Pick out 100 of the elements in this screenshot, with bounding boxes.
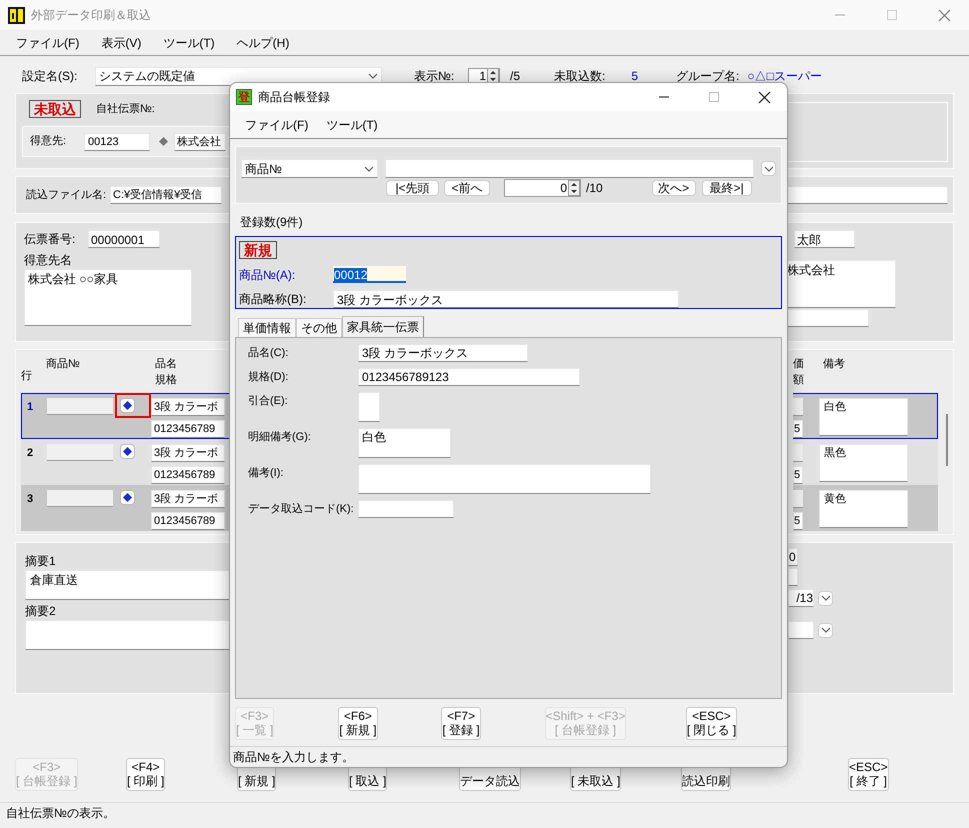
memo-box[interactable]: 倉庫直送 [25,570,230,600]
function-button[interactable]: <F6> [ 新規 ] [338,707,378,740]
note-field[interactable]: 黄色 [819,490,908,528]
function-button[interactable]: <F4> [ 印刷 ] [126,758,166,791]
product-name-field[interactable]: 3段 カラーボ [151,398,225,416]
value-field[interactable] [788,568,798,586]
function-button[interactable]: <F7> [ 登録 ] [441,707,481,740]
next-button[interactable]: 次へ> [652,180,696,196]
column-header: 規格 [155,373,177,388]
menu-item[interactable]: ツール(T) [326,116,378,134]
lookup-button[interactable] [120,490,135,505]
chevron-down-icon [368,73,378,79]
price-field[interactable] [793,490,803,508]
previous-button[interactable]: <前へ [444,180,490,196]
first-button[interactable]: |<先頭 [386,180,439,196]
person-name-field[interactable]: 太郎 [794,230,855,248]
lookup-button[interactable] [120,398,135,413]
amount-field[interactable]: 5 [793,420,803,438]
text-field[interactable]: 3段 カラーボックス [358,344,528,362]
maximize-icon[interactable] [708,91,720,103]
text-field[interactable] [358,464,651,494]
field-label: 設定名(S): [22,68,78,85]
last-button[interactable]: 最終>| [702,180,752,196]
status-badge: 未取込 [29,100,81,118]
amount-field[interactable]: 5 [793,512,803,530]
column-header: 行 [21,369,33,384]
menu-item[interactable]: ファイル(F) [245,116,308,134]
field-label: 摘要2 [25,603,57,620]
field-label: 得意先名 [24,252,73,269]
spinner-arrows-icon[interactable] [568,180,580,196]
spec-field[interactable]: 0123456789 [151,420,225,438]
spinner-arrows-icon[interactable] [487,68,499,84]
price-field[interactable] [793,398,803,416]
menu-item[interactable]: 表示(V) [101,34,142,52]
text-field[interactable] [358,500,454,518]
value-field[interactable]: 0 [788,548,798,566]
dropdown-button[interactable] [761,161,776,176]
grid-row[interactable]: 3 3段 カラーボ 0123456789 [21,485,231,531]
text-field[interactable]: 白色 [358,428,451,458]
grid-row[interactable]: 1 3段 カラーボ 0123456789 [21,393,231,439]
tab[interactable]: 単価情報 [238,318,296,338]
chevron-down-icon [820,595,830,601]
chevron-down-icon [364,166,374,172]
price-field[interactable] [793,444,803,462]
dropdown-button[interactable] [818,622,833,638]
customer-code-field[interactable]: 00123 [84,132,150,150]
menu-item[interactable]: ヘルプ(H) [236,34,290,52]
spec-field[interactable]: 0123456789 [151,512,225,530]
customer-name-field[interactable]: 株式会社 [174,132,226,150]
search-field[interactable] [384,159,754,178]
tab[interactable]: その他 [296,318,342,338]
grid-row[interactable]: 5 白色 [793,393,938,439]
text-field[interactable] [358,392,380,422]
customer-name-box[interactable]: 株式会社 ○○家具 [24,269,192,326]
field-label: データ取込コード(K): [248,502,355,518]
field-label: 商品№(A): [239,266,296,284]
column-header: 額 [793,372,805,388]
grid-row[interactable]: 5 黒色 [793,439,938,485]
column-header: 品名 [155,357,177,372]
product-name-field[interactable]: 3段 カラーボ [151,490,225,508]
grid-row[interactable]: 2 3段 カラーボ 0123456789 [21,439,231,485]
lookup-button[interactable] [120,444,135,459]
scrollbar-thumb[interactable] [946,414,948,466]
product-number-field[interactable] [47,398,113,415]
product-number-field[interactable]: 00012 [333,266,406,284]
function-button[interactable]: <ESC> [ 終了 ] [848,758,889,791]
amount-field[interactable]: 5 [793,466,803,484]
memo-box[interactable] [25,620,230,650]
menu-item[interactable]: ツール(T) [163,34,215,52]
note-field[interactable]: 白色 [819,398,908,436]
column-header: 価 [793,357,805,372]
function-button[interactable]: <ESC> [ 閉じる ] [686,707,738,740]
note-field[interactable]: 黒色 [819,444,908,482]
product-name-field[interactable]: 3段 カラーボ [151,444,225,462]
tab[interactable]: 家具統一伝票 [342,316,424,338]
text-field[interactable]: 0123456789123 [358,368,580,386]
grid-row[interactable]: 5 黄色 [793,485,938,531]
diamond-icon[interactable] [159,137,168,146]
diamond-icon [123,447,132,456]
field-label: 商品略称(B): [239,290,308,308]
search-key-dropdown[interactable]: 商品№ [241,159,378,178]
close-icon[interactable] [758,90,771,104]
short-name-field[interactable]: 3段 カラーボックス [333,290,679,308]
field-label: グループ名: [676,68,740,85]
product-number-field[interactable] [47,444,113,461]
diamond-icon [123,493,132,502]
product-number-field[interactable] [47,490,113,507]
slip-number-field[interactable]: 00000001 [88,230,160,248]
field-label: 伝票番号: [24,231,76,248]
file-name-field[interactable]: C:¥受信情報¥受信 [110,186,222,204]
position-spinner[interactable]: 0 [504,179,581,197]
date-field[interactable] [788,621,814,639]
file-name-field[interactable] [786,186,948,204]
diamond-icon [123,401,132,410]
date-field[interactable]: /13 [788,589,814,607]
setting-dropdown[interactable]: システムの既定値 [95,66,382,86]
spec-field[interactable]: 0123456789 [151,466,225,484]
row-number: 2 [26,446,34,461]
menu-item[interactable]: ファイル(F) [16,34,80,52]
dropdown-button[interactable] [818,590,833,606]
